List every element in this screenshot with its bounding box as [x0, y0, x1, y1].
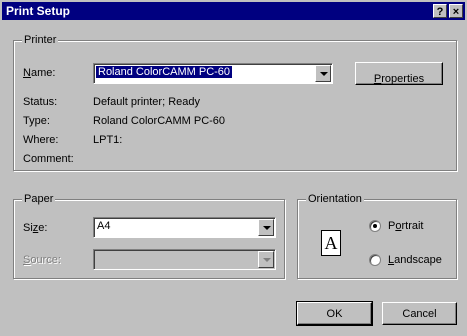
name-label: Name:: [23, 67, 56, 79]
cancel-button[interactable]: Cancel: [382, 302, 457, 325]
window-title: Print Setup: [6, 4, 71, 18]
radio-dot: [373, 224, 377, 228]
help-button[interactable]: ?: [433, 4, 447, 18]
status-label: Status:: [23, 96, 58, 108]
where-value: LPT1:: [93, 134, 123, 146]
chevron-down-icon[interactable]: [258, 219, 274, 236]
where-label: Where:: [23, 134, 59, 146]
printer-name-combo[interactable]: Roland ColorCAMM PC-60: [93, 63, 333, 84]
portrait-page-icon: A: [321, 230, 341, 256]
chevron-down-icon[interactable]: [315, 65, 331, 82]
source-label: Source:: [23, 254, 61, 266]
paper-size-combo[interactable]: A4: [93, 217, 276, 238]
ok-button[interactable]: OK: [296, 301, 373, 326]
print-setup-dialog: Print Setup ? × Printer Name: Roland Col…: [0, 0, 467, 336]
paper-source-combo[interactable]: [93, 249, 276, 270]
size-label: Size:: [23, 222, 48, 234]
orientation-group: Orientation A Portrait Landscape: [297, 193, 457, 279]
title-bar[interactable]: Print Setup ? ×: [2, 2, 465, 20]
paper-group: Paper Size: A4 Source:: [13, 193, 285, 279]
properties-button[interactable]: Properties: [355, 62, 443, 85]
paper-size-value: A4: [97, 220, 111, 232]
close-button[interactable]: ×: [449, 4, 463, 18]
landscape-label[interactable]: Landscape: [388, 254, 442, 266]
comment-label: Comment:: [23, 153, 74, 165]
landscape-radio[interactable]: [369, 254, 381, 266]
printer-group: Printer Name: Roland ColorCAMM PC-60 Pro…: [13, 34, 457, 171]
orientation-legend: Orientation: [306, 193, 364, 205]
status-value: Default printer; Ready: [93, 96, 200, 108]
printer-name-value: Roland ColorCAMM PC-60: [96, 66, 233, 78]
portrait-radio[interactable]: [369, 220, 381, 232]
type-label: Type:: [23, 115, 50, 127]
printer-legend: Printer: [22, 34, 59, 46]
type-value: Roland ColorCAMM PC-60: [93, 115, 226, 127]
portrait-label[interactable]: Portrait: [388, 220, 423, 232]
paper-legend: Paper: [22, 193, 56, 205]
chevron-down-icon: [258, 251, 274, 268]
